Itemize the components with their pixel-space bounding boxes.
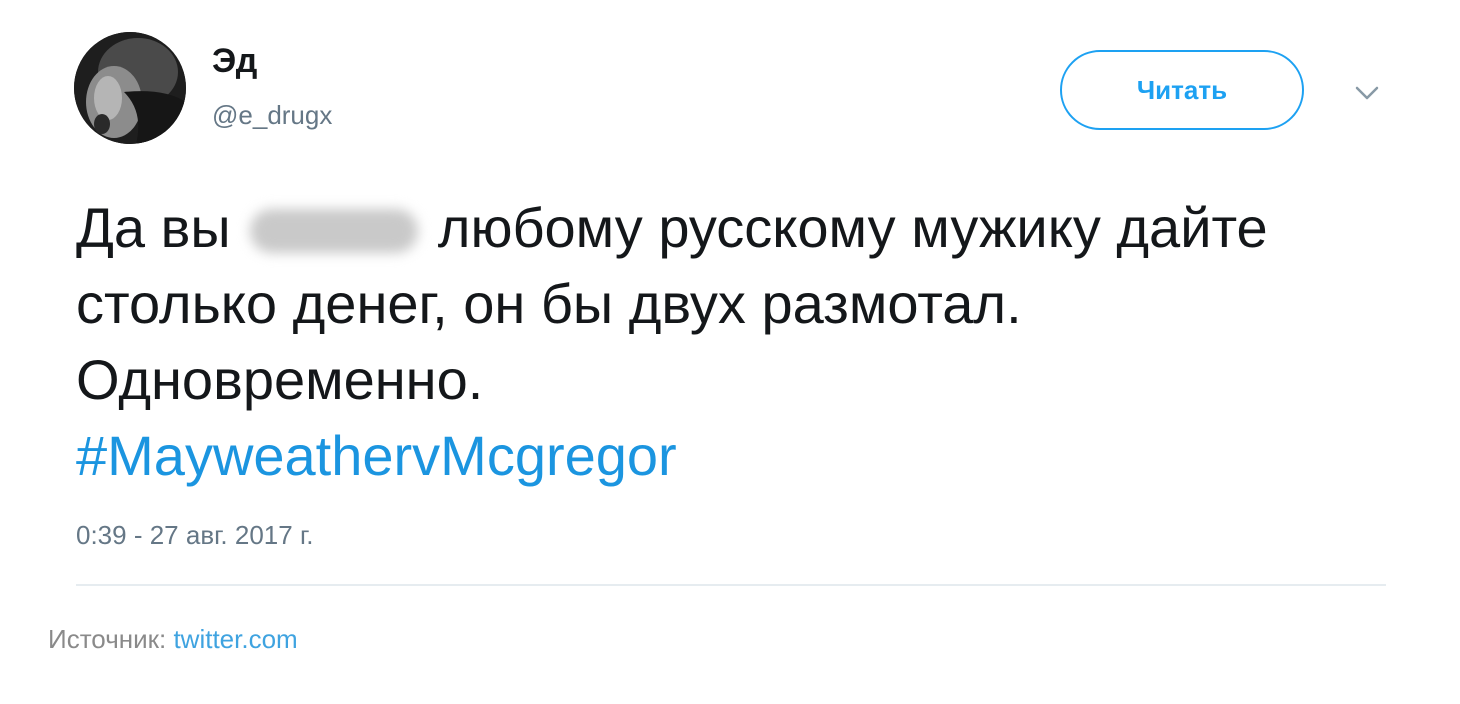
source-link[interactable]: twitter.com xyxy=(173,624,297,654)
tweet-text: Да вы любому русскому мужику дайте столь… xyxy=(76,190,1376,494)
hashtag-link[interactable]: #MayweathervMcgregor xyxy=(76,424,677,487)
chevron-down-icon[interactable] xyxy=(1352,78,1382,108)
source-label: Источник: xyxy=(48,624,167,654)
source-credit: Источник: twitter.com xyxy=(48,626,298,652)
avatar-image xyxy=(74,32,186,144)
tweet-text-part1: Да вы xyxy=(76,196,231,259)
author-handle[interactable]: @e_drugx xyxy=(212,102,332,128)
follow-button[interactable]: Читать xyxy=(1060,50,1304,130)
avatar[interactable] xyxy=(74,32,186,144)
censored-word xyxy=(250,209,419,253)
author-name[interactable]: Эд xyxy=(212,44,257,78)
tweet-timestamp[interactable]: 0:39 - 27 авг. 2017 г. xyxy=(76,522,313,548)
divider xyxy=(76,584,1386,586)
